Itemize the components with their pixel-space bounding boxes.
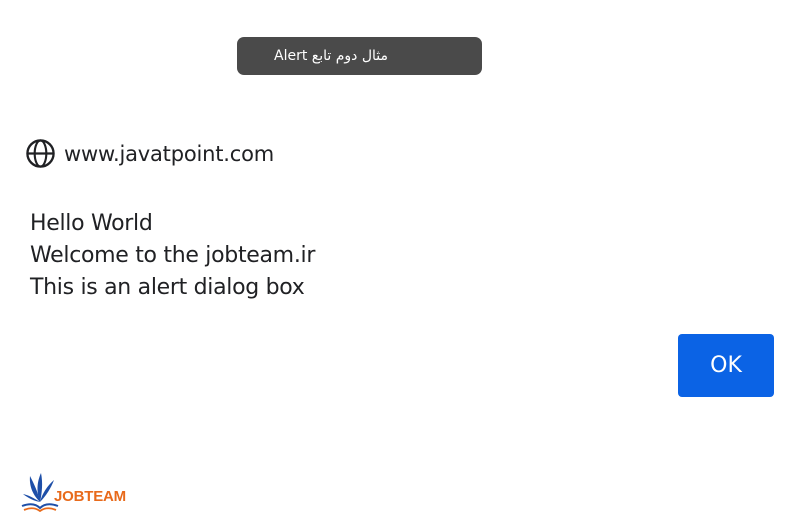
message-line-1: Hello World: [30, 211, 153, 236]
jobteam-logo: JOBTEAM: [20, 470, 126, 512]
message-line-3: This is an alert dialog box: [30, 275, 305, 300]
ok-button[interactable]: OK: [678, 334, 774, 397]
caption-banner: مثال دوم تابع Alert: [237, 37, 482, 75]
alert-dialog: www.javatpoint.com Hello World Welcome t…: [0, 120, 800, 420]
message-line-2: Welcome to the jobteam.ir: [30, 243, 316, 268]
caption-text: مثال دوم تابع Alert: [274, 48, 389, 64]
dialog-origin: www.javatpoint.com: [25, 138, 274, 169]
origin-url: www.javatpoint.com: [64, 141, 274, 166]
alert-message: Hello World Welcome to the jobteam.ir Th…: [30, 208, 315, 304]
logo-wordmark: JOBTEAM: [54, 487, 126, 505]
globe-icon: [26, 139, 55, 168]
